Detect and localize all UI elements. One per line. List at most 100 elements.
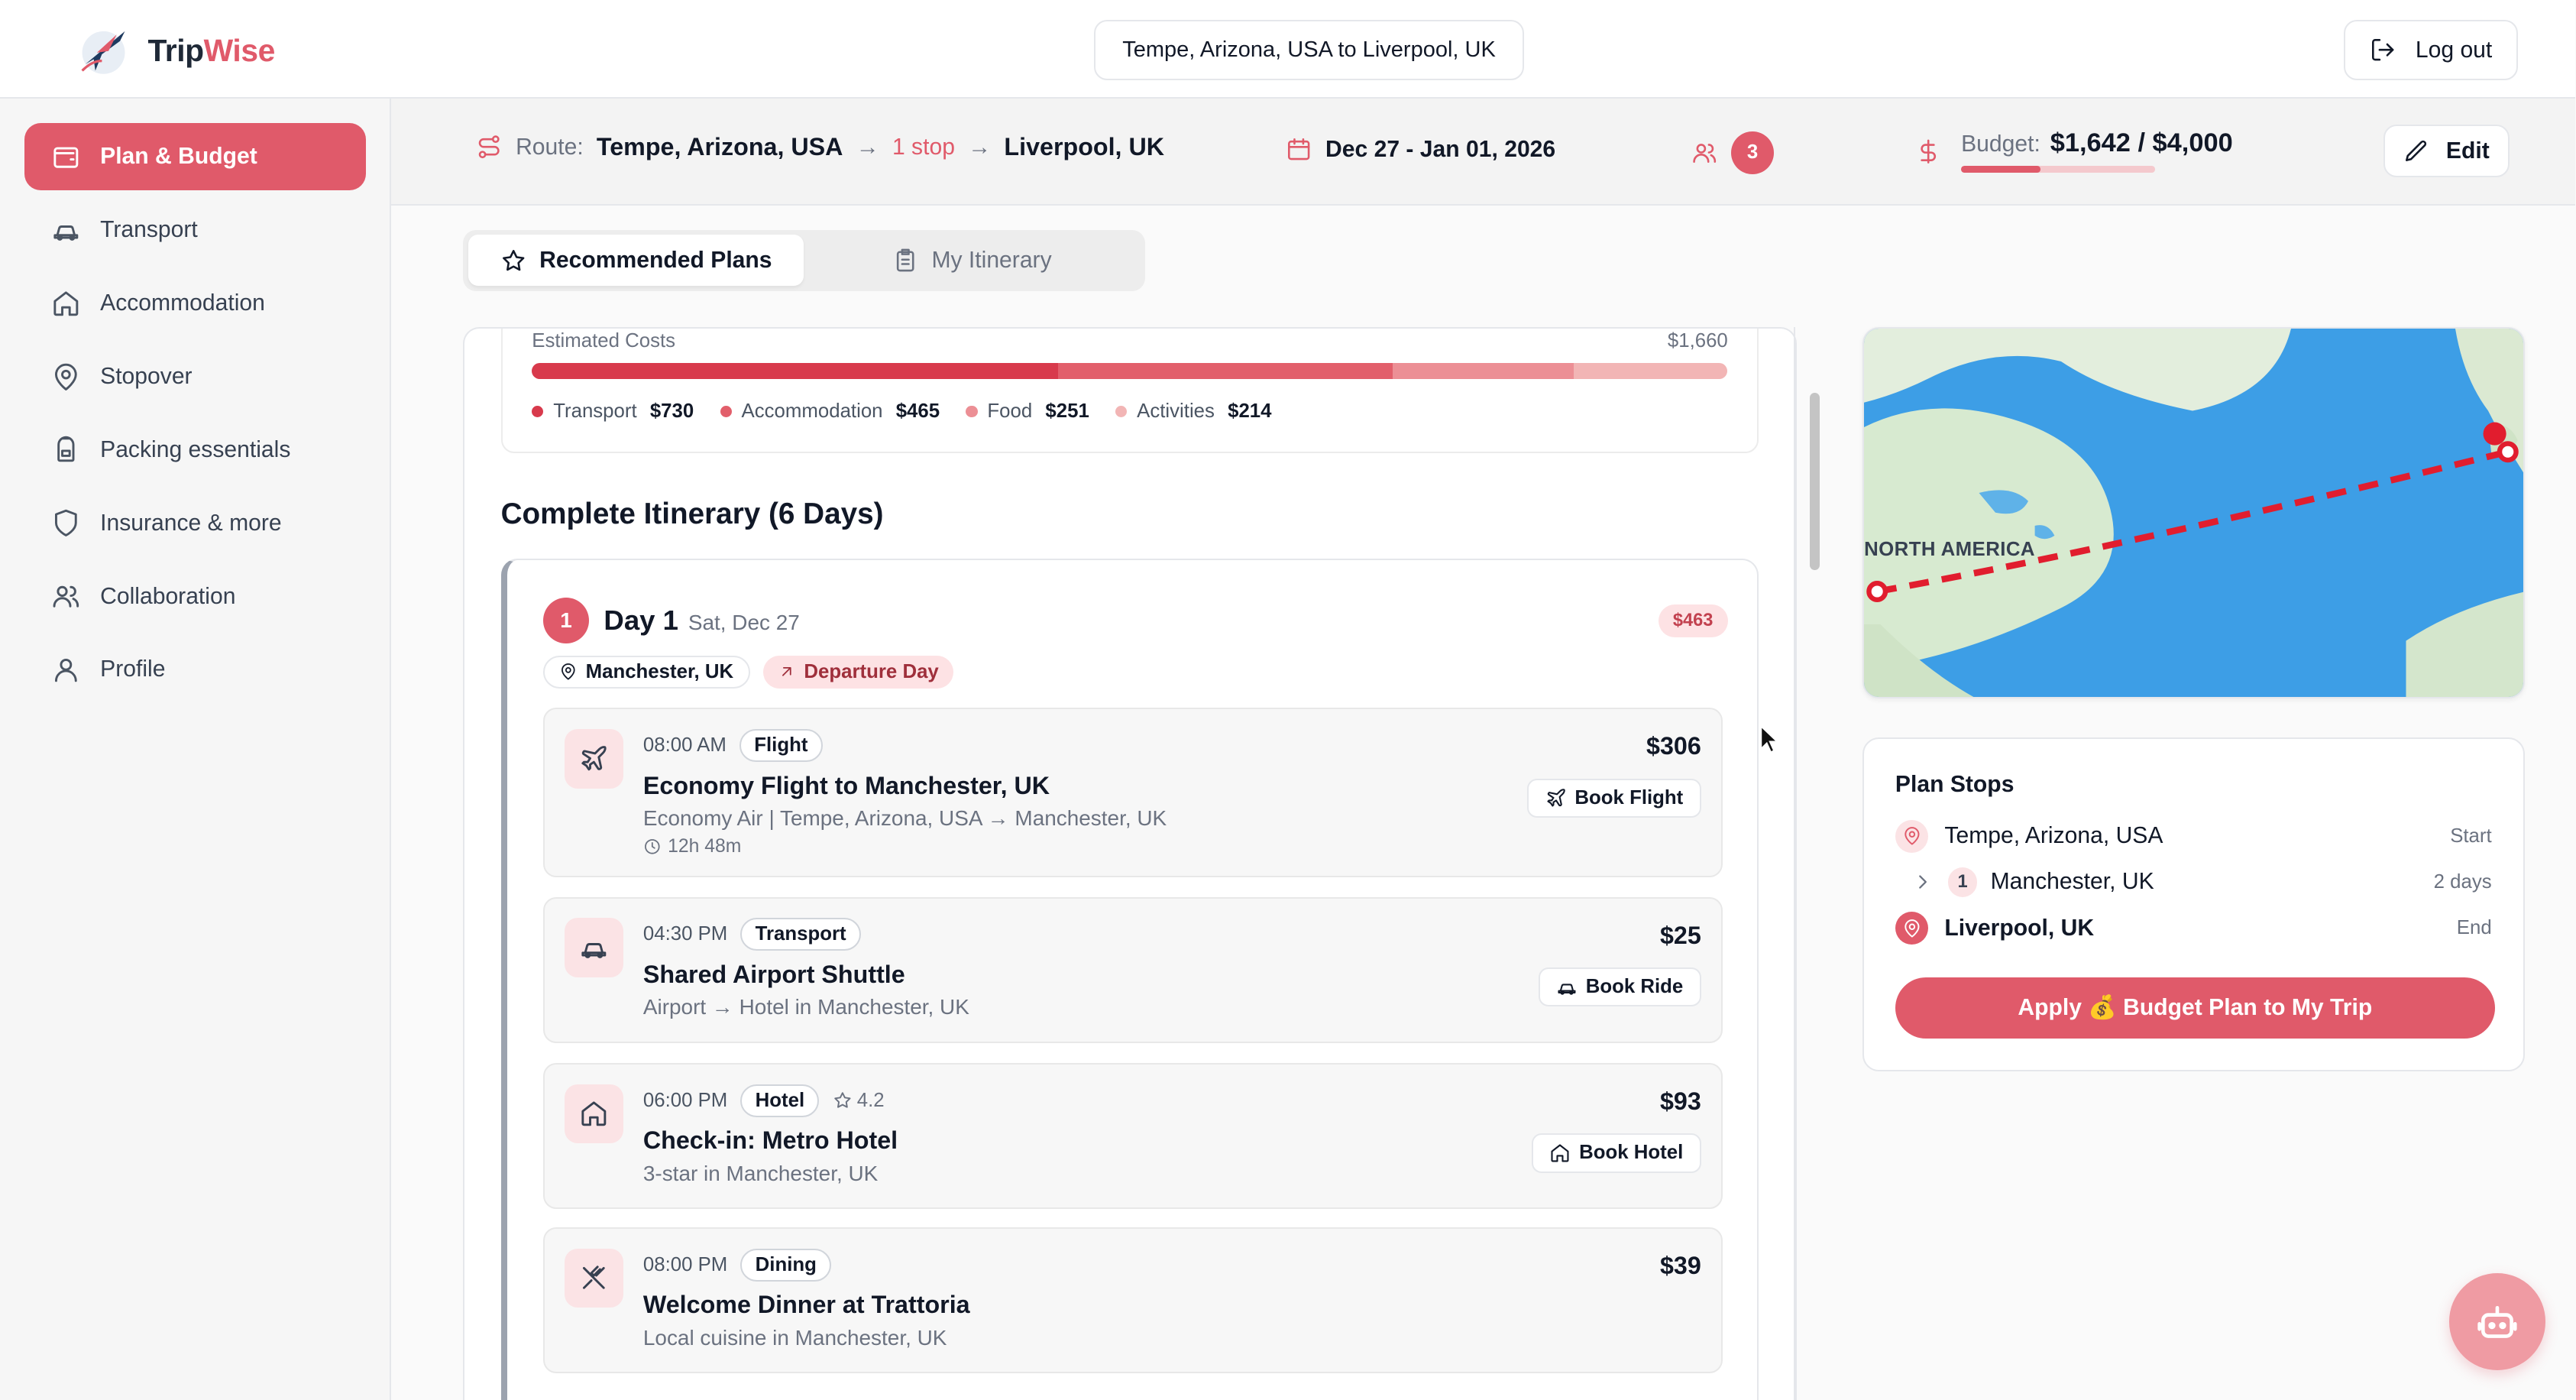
sidebar-item-plan-budget[interactable]: Plan & Budget	[24, 123, 367, 191]
users-icon	[53, 586, 79, 608]
stop-1[interactable]: 1 Manchester, UK 2 days	[1895, 864, 2492, 900]
cost-segment-accommodation	[1057, 362, 1393, 380]
activity-type-badge: Flight	[739, 729, 823, 763]
trip-dates-text: Dec 27 - Jan 01, 2026	[1325, 136, 1556, 162]
estimated-costs-card: Estimated Costs $1,660 Transport $730 Acc…	[500, 328, 1759, 454]
legend-activities: Activities $214	[1115, 400, 1272, 423]
clock-icon	[644, 839, 660, 854]
sidebar-item-insurance[interactable]: Insurance & more	[24, 490, 366, 557]
home-icon	[1551, 1144, 1569, 1162]
app-logo[interactable]: TripWise	[76, 21, 275, 80]
itinerary-title: Complete Itinerary (6 Days)	[500, 497, 884, 531]
cost-segment-transport	[532, 362, 1058, 380]
route-stops[interactable]: 1 stop	[892, 134, 955, 160]
budget-label: Budget:	[1961, 131, 2040, 157]
clipboard-icon	[896, 248, 914, 271]
pencil-icon	[2406, 140, 2427, 161]
car-icon	[1558, 984, 1576, 995]
sidebar-item-stopover[interactable]: Stopover	[24, 343, 366, 410]
activity-price: $25	[1659, 921, 1701, 949]
dollar-icon	[1921, 139, 1936, 164]
sidebar-item-label: Accommodation	[100, 290, 265, 316]
hotel-rating: 4.2	[833, 1090, 885, 1112]
sidebar-item-label: Insurance & more	[100, 510, 282, 536]
activity-time: 08:00 PM	[642, 1253, 728, 1275]
travelers-badge: 3	[1731, 131, 1774, 174]
activity-price: $39	[1659, 1251, 1701, 1279]
activity-card-transport: 04:30 PM Transport Shared Airport Shuttle…	[542, 896, 1723, 1043]
book-flight-button[interactable]: Book Flight	[1527, 778, 1701, 818]
itinerary-scrollbar[interactable]	[1810, 392, 1820, 571]
chatbot-button[interactable]	[2448, 1273, 2546, 1371]
edit-trip-button[interactable]: Edit	[2383, 125, 2510, 178]
day-title: Day 1	[604, 604, 678, 636]
map-region-label: NORTH AMERICA	[1864, 539, 2035, 561]
sidebar-item-label: Collaboration	[100, 583, 236, 609]
stop-number-badge: 1	[1947, 867, 1978, 897]
stop-note: End	[2456, 917, 2492, 939]
apply-budget-plan-button[interactable]: Apply 💰 Budget Plan to My Trip	[1895, 977, 2495, 1039]
chevron-right-icon[interactable]	[1911, 870, 1934, 893]
app-name: TripWise	[147, 33, 275, 69]
route-label: Route:	[516, 134, 584, 160]
sidebar-item-packing[interactable]: Packing essentials	[24, 416, 366, 484]
book-hotel-button[interactable]: Book Hotel	[1531, 1133, 1701, 1173]
activity-price: $306	[1646, 732, 1701, 760]
activity-type-badge: Dining	[740, 1248, 832, 1282]
map-pin-icon	[1895, 819, 1928, 853]
legend-dot	[966, 406, 978, 418]
sidebar-item-label: Stopover	[100, 363, 193, 389]
cost-legend: Transport $730 Accommodation $465 Food $251…	[532, 400, 1272, 423]
tab-label: My Itinerary	[931, 247, 1052, 273]
sidebar-item-profile[interactable]: Profile	[24, 636, 366, 703]
sidebar-item-label: Packing essentials	[100, 436, 291, 462]
plan-stops-card: Plan Stops Tempe, Arizona, USA Start 1 M…	[1862, 737, 2525, 1071]
robot-icon	[2477, 1305, 2517, 1338]
top-bar: TripWise Tempe, Arizona, USA to Liverpoo…	[0, 0, 2576, 99]
user-icon	[54, 659, 77, 682]
legend-transport: Transport $730	[532, 400, 694, 423]
tab-recommended-plans[interactable]: Recommended Plans	[468, 235, 804, 287]
sidebar-item-label: Transport	[100, 217, 198, 243]
activity-type-badge: Transport	[740, 918, 861, 951]
logout-button[interactable]: Log out	[2344, 19, 2518, 81]
utensils-icon	[564, 1248, 624, 1308]
apply-label: Apply 💰 Budget Plan to My Trip	[2018, 995, 2373, 1021]
activity-time: 08:00 AM	[642, 734, 727, 757]
stop-end: Liverpool, UK End	[1895, 910, 2492, 946]
logout-label: Log out	[2415, 37, 2493, 63]
activity-name: Economy Flight to Manchester, UK	[642, 772, 1050, 800]
book-ride-button[interactable]: Book Ride	[1538, 967, 1701, 1007]
route-origin: Tempe, Arizona, USA	[596, 133, 843, 161]
sidebar-item-transport[interactable]: Transport	[24, 196, 366, 264]
plan-tabs: Recommended Plans My Itinerary	[463, 230, 1145, 291]
home-icon	[564, 1084, 624, 1143]
stop-note: 2 days	[2433, 870, 2492, 893]
stop-name: Liverpool, UK	[1944, 915, 2095, 941]
legend-dot	[1115, 406, 1128, 418]
sidebar: Plan & Budget Transport Accommodation St…	[0, 99, 391, 1400]
activity-name: Check-in: Metro Hotel	[642, 1126, 898, 1155]
budget-summary: Budget: $1,642 / $4,000	[1915, 128, 2233, 173]
activity-card-dining: 08:00 PM Dining Welcome Dinner at Trattor…	[542, 1227, 1723, 1374]
home-icon	[53, 291, 78, 316]
star-icon	[833, 1092, 851, 1108]
stop-note: Start	[2450, 825, 2492, 847]
map-pin-icon	[561, 663, 575, 680]
travelers-count: 3	[1691, 131, 1774, 174]
tab-label: Recommended Plans	[539, 247, 772, 273]
arrow-right-icon: →	[856, 134, 879, 160]
activity-time: 06:00 PM	[642, 1089, 728, 1111]
tab-my-itinerary[interactable]: My Itinerary	[804, 235, 1140, 286]
route-selector[interactable]: Tempe, Arizona, USA to Liverpool, UK	[1093, 19, 1525, 81]
budget-progress	[1961, 166, 2155, 173]
day-date: Sat, Dec 27	[688, 610, 800, 634]
arrow-up-right-icon	[782, 667, 791, 676]
shield-icon	[54, 510, 77, 537]
map-pin-icon	[1895, 912, 1928, 945]
budget-value: $1,642 / $4,000	[2050, 128, 2233, 157]
car-icon	[53, 225, 78, 241]
sidebar-item-collaboration[interactable]: Collaboration	[24, 563, 366, 630]
sidebar-item-accommodation[interactable]: Accommodation	[24, 270, 366, 337]
route-map[interactable]: NORTH AMERICA	[1862, 326, 2525, 698]
